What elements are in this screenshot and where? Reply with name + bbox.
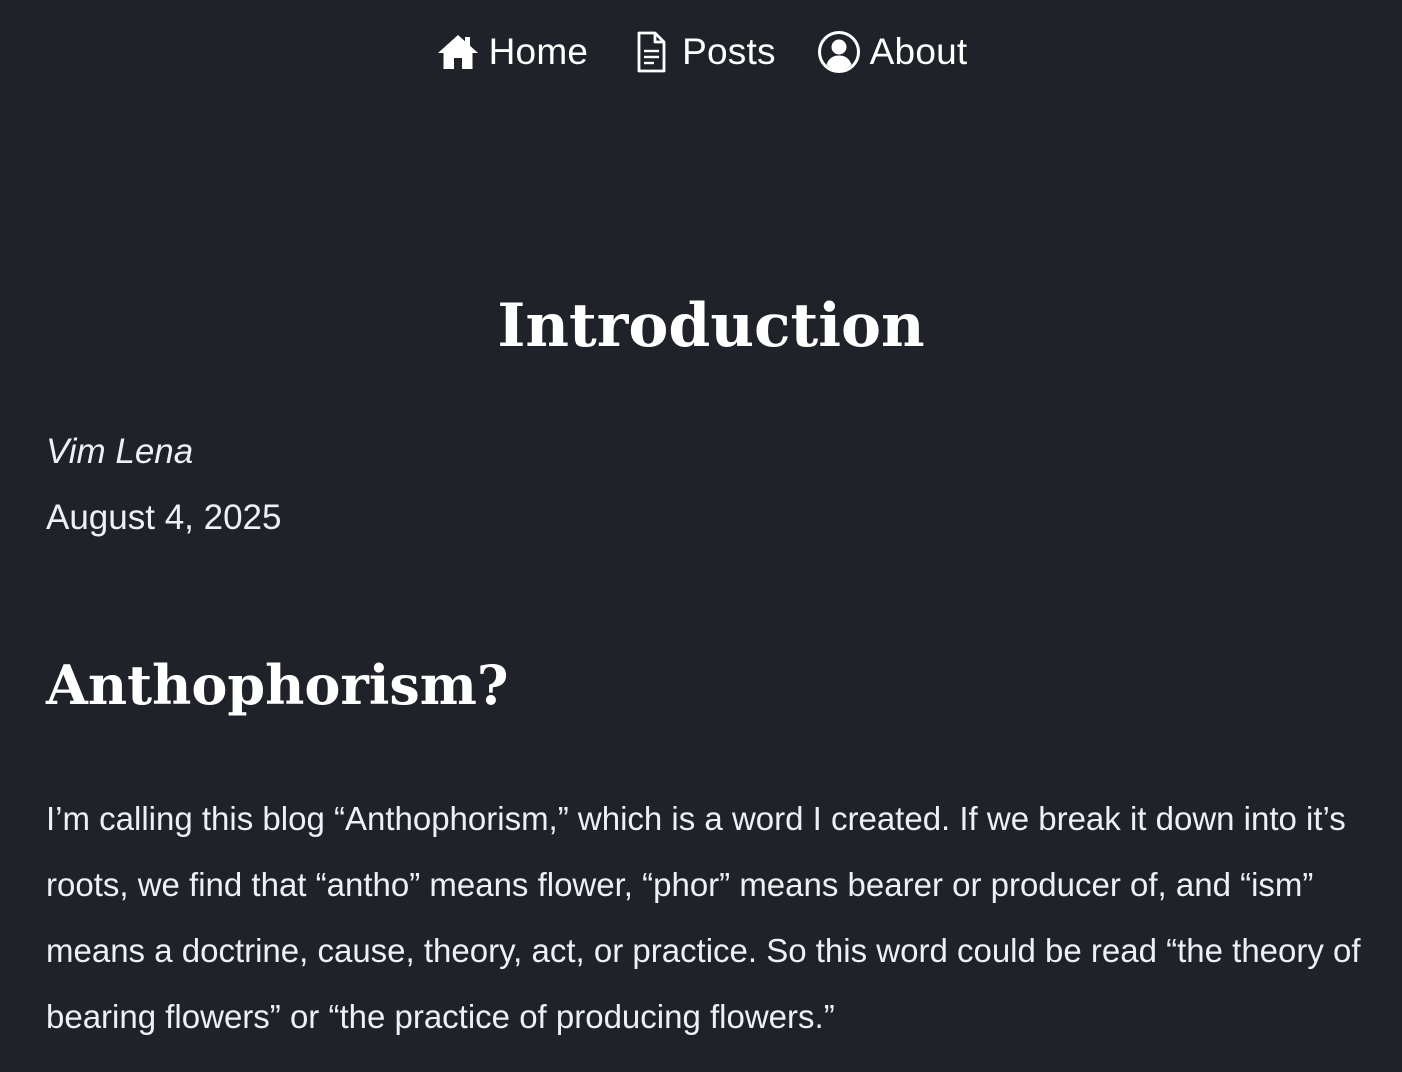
user-circle-icon [816, 29, 862, 75]
nav-posts-label: Posts [682, 31, 776, 72]
nav-posts-link[interactable]: Posts [628, 24, 776, 80]
nav-home-label: Home [488, 31, 589, 72]
section-paragraph: I’m calling this blog “Anthophorism,” wh… [46, 800, 1361, 1035]
post-author: Vim Lena [46, 432, 194, 471]
nav-about-label: About [869, 31, 968, 72]
post-content: Introduction Vim Lena August 4, 2025 Ant… [46, 286, 1376, 1050]
page-title: Introduction [497, 291, 925, 361]
top-navigation: Home Posts About [0, 24, 1402, 80]
nav-home-link[interactable]: Home [435, 24, 589, 80]
home-icon [435, 29, 481, 75]
section-heading: Anthophorism? [46, 653, 509, 717]
document-icon [628, 29, 674, 75]
post-date: August 4, 2025 [46, 498, 282, 537]
nav-about-link[interactable]: About [816, 24, 968, 80]
